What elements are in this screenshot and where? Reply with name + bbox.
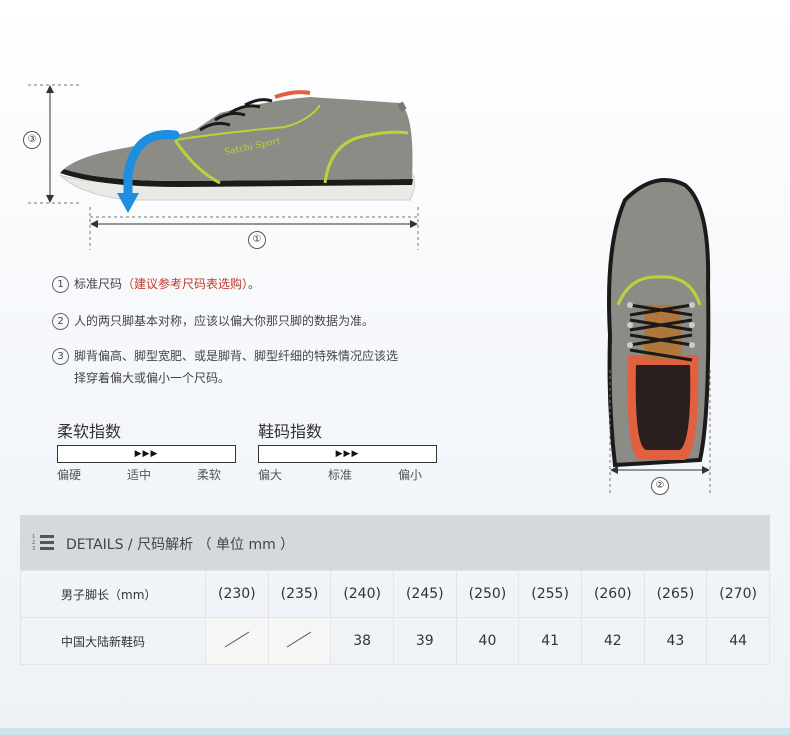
slash-icon (224, 631, 250, 648)
table-cell: 43 (643, 617, 708, 665)
softness-index-title: 柔软指数 (57, 422, 122, 441)
table-cell: (260) (580, 570, 645, 618)
note-3: 3 脚背偏高、脚型宽肥、或是脚背、脚型纤细的特殊情况应该选 择穿着偏大或偏小一个尺… (52, 345, 398, 389)
table-row: 中国大陆新鞋码 38 39 40 41 42 43 44 (20, 617, 770, 665)
fit-index-title: 鞋码指数 (258, 422, 323, 441)
table-cell: 42 (580, 617, 645, 665)
table-cell: (230) (205, 570, 269, 618)
table-cell: (235) (267, 570, 332, 618)
list-numbered-icon: 123 (32, 534, 54, 552)
table-cell: 40 (455, 617, 520, 665)
size-table: 男子脚长（mm） (230) (235) (240) (245) (250) (… (20, 570, 770, 665)
footer-divider (0, 728, 790, 735)
note-1: 1 标准尺码（建议参考尺码表选购）。 (52, 273, 260, 295)
table-cell: (240) (330, 570, 394, 618)
table-cell: (245) (392, 570, 457, 618)
table-cell: 41 (518, 617, 582, 665)
table-cell: (255) (518, 570, 582, 618)
details-label: DETAILS / 尺码解析 （ 单位 mm ） (66, 537, 295, 553)
softness-indicator-icon: ▶▶▶ (134, 449, 159, 459)
table-cell: (270) (706, 570, 770, 618)
softness-index-bar: ▶▶▶ (57, 445, 236, 463)
table-cell: (250) (455, 570, 520, 618)
table-cell: 38 (330, 617, 394, 665)
empty-cell (267, 617, 332, 665)
table-cell: (265) (643, 570, 708, 618)
table-cell: 39 (392, 617, 457, 665)
length-marker: ① (248, 231, 266, 249)
fit-labels: 偏大 标准 偏小 (258, 468, 423, 482)
shoe-side-view-image: Satchi Sport (28, 84, 419, 250)
cn-size-header: 中国大陆新鞋码 (20, 617, 206, 665)
empty-cell (205, 617, 269, 665)
foot-length-header: 男子脚长（mm） (20, 570, 206, 618)
table-cell: 44 (706, 617, 770, 665)
note-2: 2 人的两只脚基本对称，应该以偏大你那只脚的数据为准。 (52, 310, 374, 332)
fit-index-bar: ▶▶▶ (258, 445, 437, 463)
details-header: 123 DETAILS / 尺码解析 （ 单位 mm ） (20, 515, 770, 570)
height-marker: ③ (23, 131, 41, 149)
fit-indicator-icon: ▶▶▶ (335, 449, 360, 459)
slash-icon (287, 631, 312, 648)
softness-labels: 偏硬 适中 柔软 (57, 468, 222, 482)
width-marker: ② (651, 477, 669, 495)
shoe-top-view-image (607, 178, 711, 495)
table-row: 男子脚长（mm） (230) (235) (240) (245) (250) (… (20, 570, 770, 618)
